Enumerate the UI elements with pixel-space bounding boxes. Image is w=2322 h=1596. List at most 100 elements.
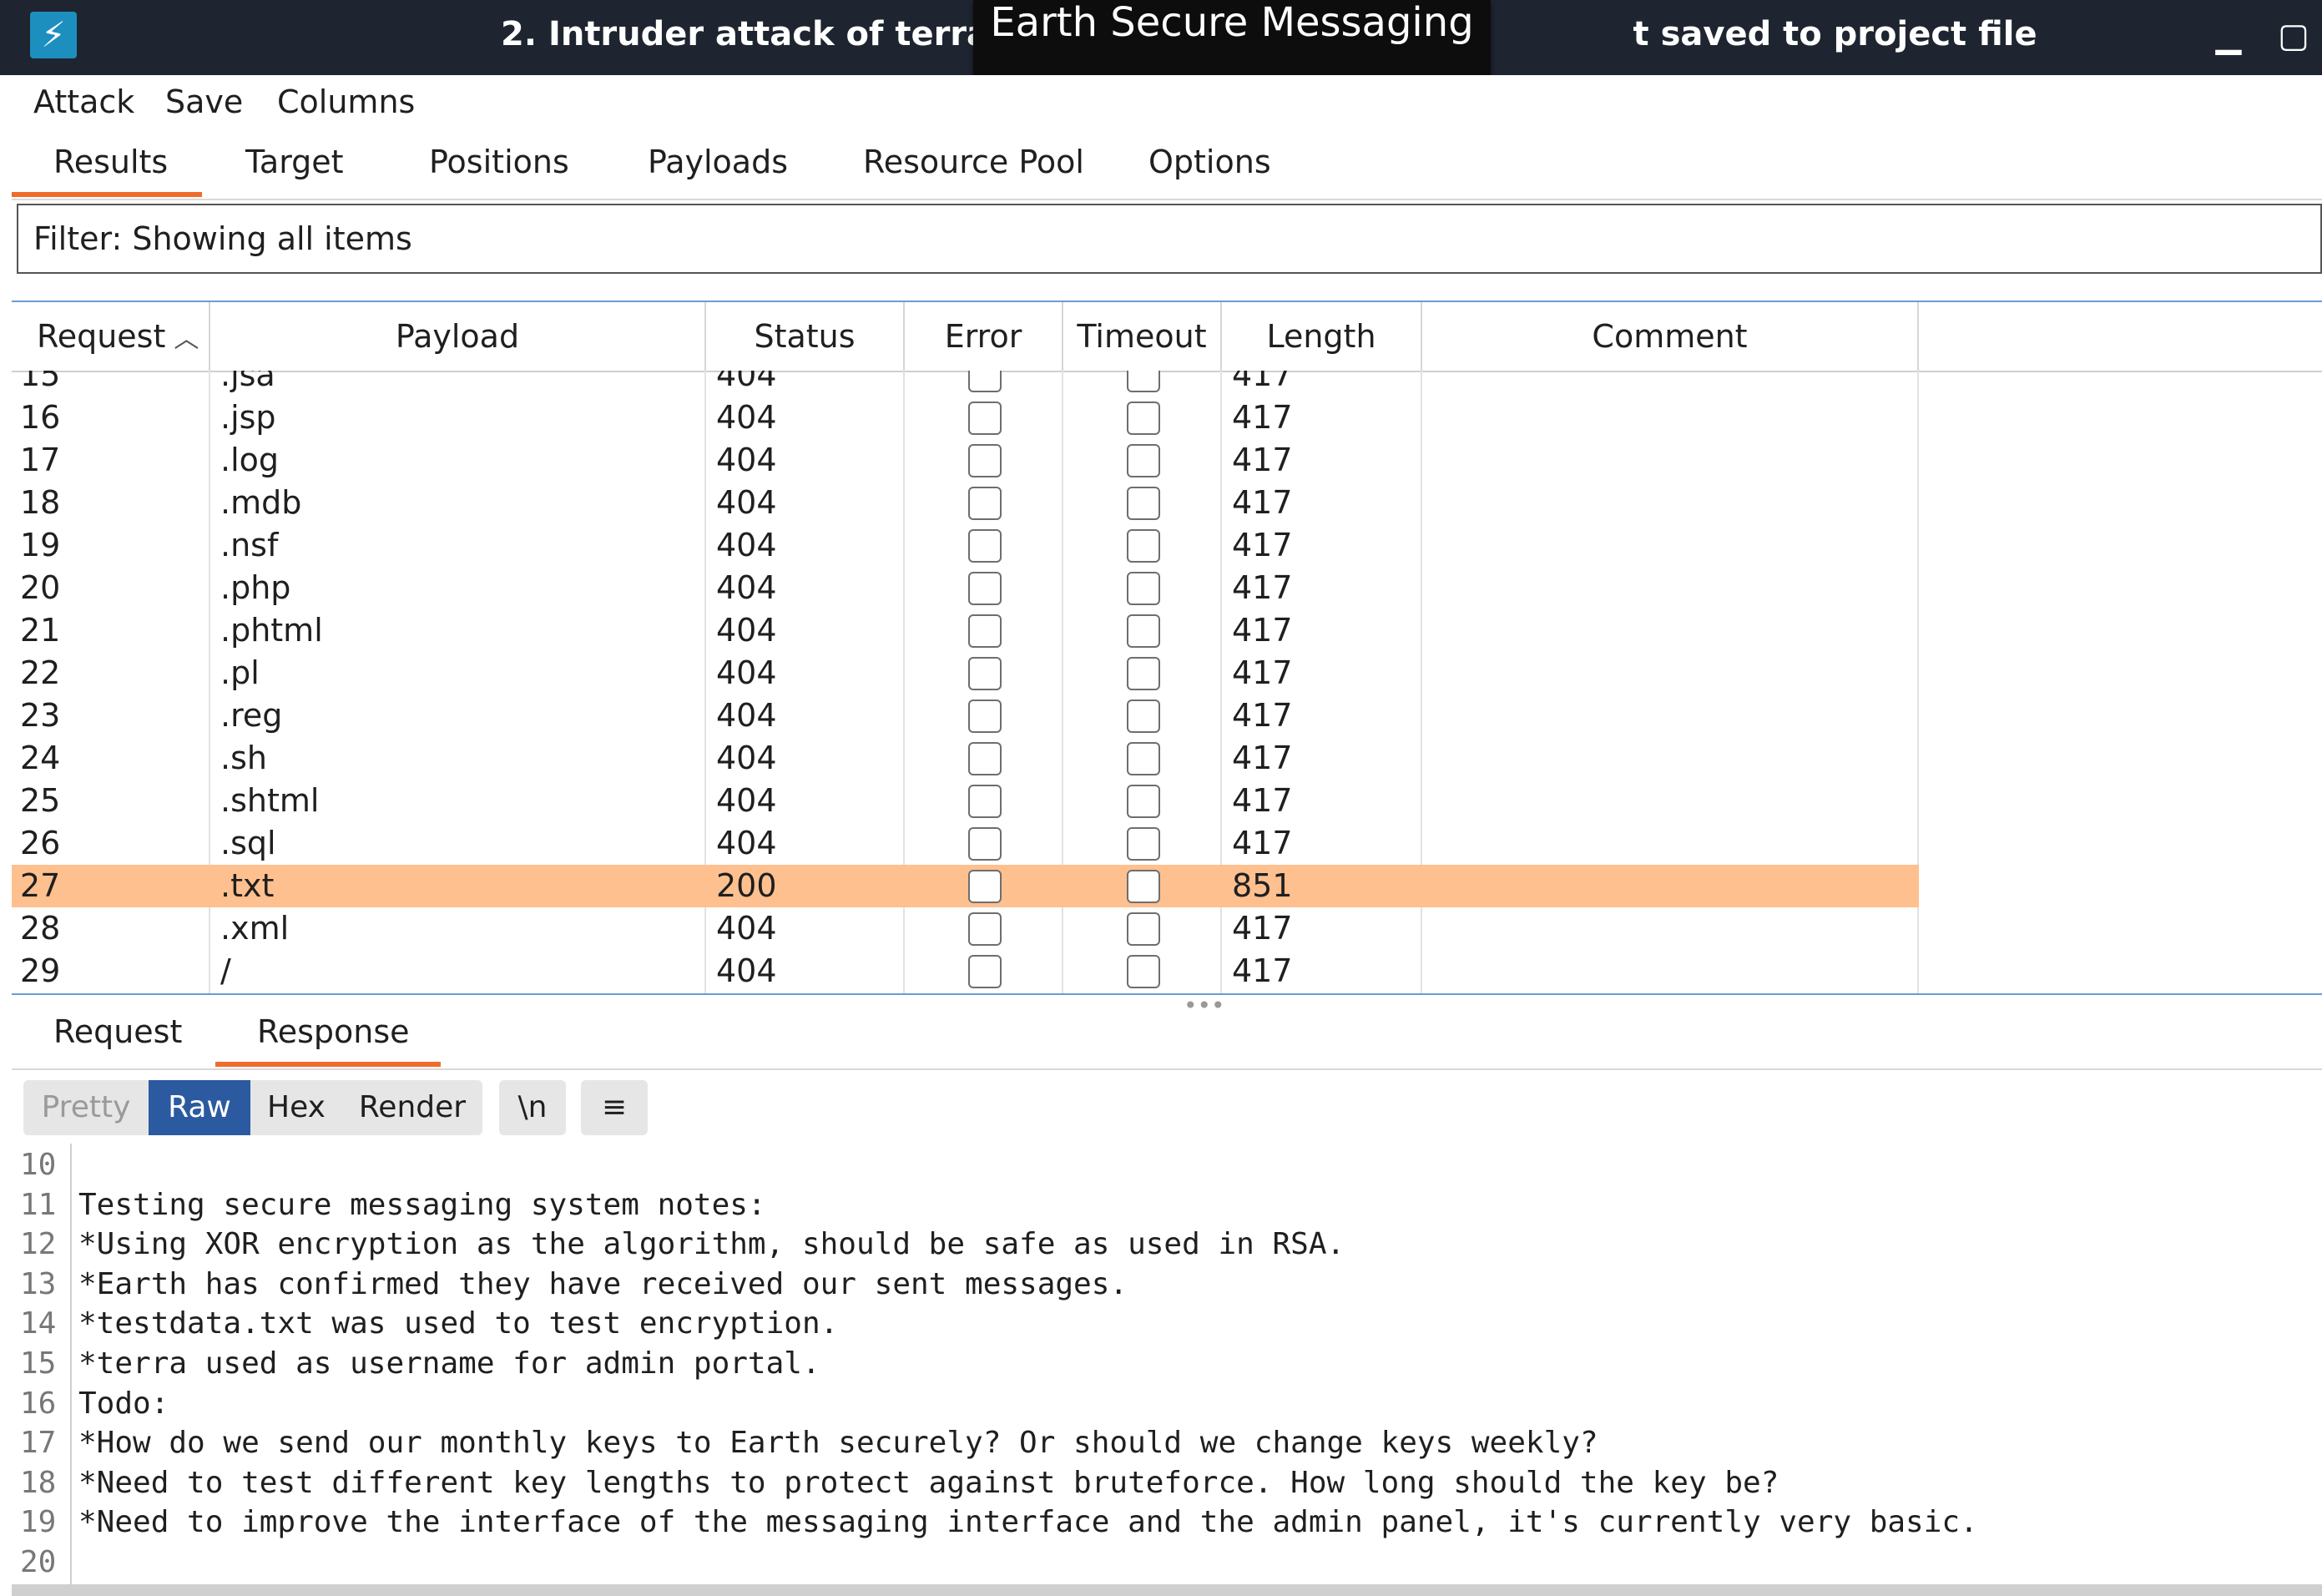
- error-checkbox: [968, 572, 1002, 605]
- window-title-right: t saved to project file: [1633, 15, 2037, 53]
- cell-payload: /: [220, 952, 231, 989]
- column-header-error[interactable]: Error: [905, 302, 1063, 371]
- render-button[interactable]: Render: [342, 1080, 482, 1135]
- cell-payload: .phtml: [220, 612, 323, 649]
- tab-resource-pool[interactable]: Resource Pool: [863, 144, 1084, 180]
- tab-positions[interactable]: Positions: [429, 144, 569, 180]
- line-number: 15: [20, 1346, 57, 1381]
- error-checkbox: [968, 827, 1002, 861]
- cell-length: 417: [1232, 825, 1293, 861]
- tab-results[interactable]: Results: [53, 144, 168, 180]
- column-header-status[interactable]: Status: [706, 302, 905, 371]
- cell-payload: .xml: [220, 910, 290, 947]
- error-checkbox: [968, 614, 1002, 648]
- minimize-button[interactable]: ▁: [2212, 17, 2245, 58]
- menu-attack[interactable]: Attack: [33, 83, 134, 120]
- hamburger-menu-icon: ≡: [601, 1090, 628, 1124]
- column-header-payload[interactable]: Payload: [210, 302, 706, 371]
- menu-save[interactable]: Save: [165, 83, 243, 120]
- line-text: *Using XOR encryption as the algorithm, …: [78, 1227, 1345, 1262]
- table-row[interactable]: 29 / 404 417: [12, 950, 1919, 992]
- table-row[interactable]: 24 .sh 404 417: [12, 737, 1919, 780]
- horizontal-scrollbar[interactable]: [12, 1584, 2322, 1596]
- timeout-checkbox: [1127, 742, 1160, 775]
- tab-request[interactable]: Request: [53, 1013, 182, 1050]
- cell-length: 417: [1232, 697, 1293, 734]
- tab-target[interactable]: Target: [245, 144, 344, 180]
- cell-length: 417: [1232, 569, 1293, 606]
- menu-bar: Attack Save Columns: [12, 75, 2322, 134]
- cell-length: 417: [1232, 740, 1293, 776]
- table-row[interactable]: 19 .nsf 404 417: [12, 524, 1919, 567]
- cell-length: 417: [1232, 484, 1293, 521]
- cell-status: 404: [716, 697, 777, 734]
- column-header-length[interactable]: Length: [1222, 302, 1422, 371]
- tab-response[interactable]: Response: [257, 1013, 410, 1050]
- cell-length: 417: [1232, 399, 1293, 436]
- timeout-checkbox: [1127, 572, 1160, 605]
- cell-payload: .sql: [220, 825, 276, 861]
- burp-app-icon: ⚡: [30, 12, 77, 58]
- cell-status: 404: [716, 782, 777, 819]
- error-checkbox: [968, 912, 1002, 946]
- cell-request: 26: [20, 825, 61, 861]
- filter-bar[interactable]: Filter: Showing all items: [17, 204, 2322, 274]
- message-tabs: Request Response: [12, 1003, 2322, 1070]
- line-number: 19: [20, 1505, 57, 1540]
- column-header-comment[interactable]: Comment: [1422, 302, 1919, 371]
- cell-payload: .pl: [220, 654, 260, 691]
- table-row[interactable]: 18 .mdb 404 417: [12, 482, 1919, 524]
- cell-status: 404: [716, 952, 777, 989]
- table-row[interactable]: 26 .sql 404 417: [12, 822, 1919, 865]
- error-checkbox: [968, 742, 1002, 775]
- cell-request: 20: [20, 569, 61, 606]
- cell-length: 417: [1232, 654, 1293, 691]
- newline-icon: \n: [517, 1090, 548, 1124]
- table-row[interactable]: 17 .log 404 417: [12, 439, 1919, 482]
- error-checkbox: [968, 487, 1002, 520]
- tab-options[interactable]: Options: [1148, 144, 1271, 180]
- line-number: 14: [20, 1306, 57, 1341]
- table-row[interactable]: 28 .xml 404 417: [12, 907, 1919, 950]
- cell-status: 404: [716, 825, 777, 861]
- line-text: *terra used as username for admin portal…: [78, 1346, 820, 1381]
- table-row[interactable]: 25 .shtml 404 417: [12, 780, 1919, 822]
- cell-status: 404: [716, 371, 777, 393]
- table-row[interactable]: 16 .jsp 404 417: [12, 396, 1919, 439]
- maximize-button[interactable]: ▢: [2277, 17, 2310, 58]
- table-row[interactable]: 23 .reg 404 417: [12, 694, 1919, 737]
- table-row[interactable]: 22 .pl 404 417: [12, 652, 1919, 694]
- timeout-checkbox: [1127, 657, 1160, 690]
- timeout-checkbox: [1127, 402, 1160, 435]
- table-row[interactable]: 21 .phtml 404 417: [12, 609, 1919, 652]
- table-row[interactable]: 15 .jsa 404 417: [12, 371, 1919, 396]
- error-checkbox: [968, 444, 1002, 477]
- cell-length: 417: [1232, 782, 1293, 819]
- column-header-request[interactable]: Request ︿: [12, 302, 210, 371]
- column-header-timeout[interactable]: Timeout: [1063, 302, 1222, 371]
- cell-status: 404: [716, 612, 777, 649]
- cell-payload: .mdb: [220, 484, 302, 521]
- table-row[interactable]: 20 .php 404 417: [12, 567, 1919, 609]
- pretty-button[interactable]: Pretty: [23, 1080, 149, 1135]
- cell-length: 417: [1232, 371, 1293, 393]
- tab-payloads[interactable]: Payloads: [648, 144, 788, 180]
- timeout-checkbox: [1127, 614, 1160, 648]
- table-row[interactable]: 27 .txt 200 851: [12, 865, 1919, 907]
- error-checkbox: [968, 402, 1002, 435]
- hex-button[interactable]: Hex: [250, 1080, 342, 1135]
- timeout-checkbox: [1127, 912, 1160, 946]
- timeout-checkbox: [1127, 870, 1160, 903]
- raw-button[interactable]: Raw: [149, 1080, 250, 1135]
- response-editor[interactable]: 10 11 Testing secure messaging system note…: [12, 1144, 2322, 1586]
- menu-columns[interactable]: Columns: [277, 83, 415, 120]
- wrap-menu-button[interactable]: ≡: [581, 1080, 648, 1135]
- cell-request: 16: [20, 399, 61, 436]
- line-number: 11: [20, 1187, 57, 1222]
- cell-length: 417: [1232, 442, 1293, 478]
- cell-request: 23: [20, 697, 61, 734]
- overlay-page-title: Earth Secure Messaging: [973, 0, 1491, 83]
- newline-toggle-button[interactable]: \n: [499, 1080, 566, 1135]
- timeout-checkbox: [1127, 529, 1160, 563]
- cell-status: 404: [716, 910, 777, 947]
